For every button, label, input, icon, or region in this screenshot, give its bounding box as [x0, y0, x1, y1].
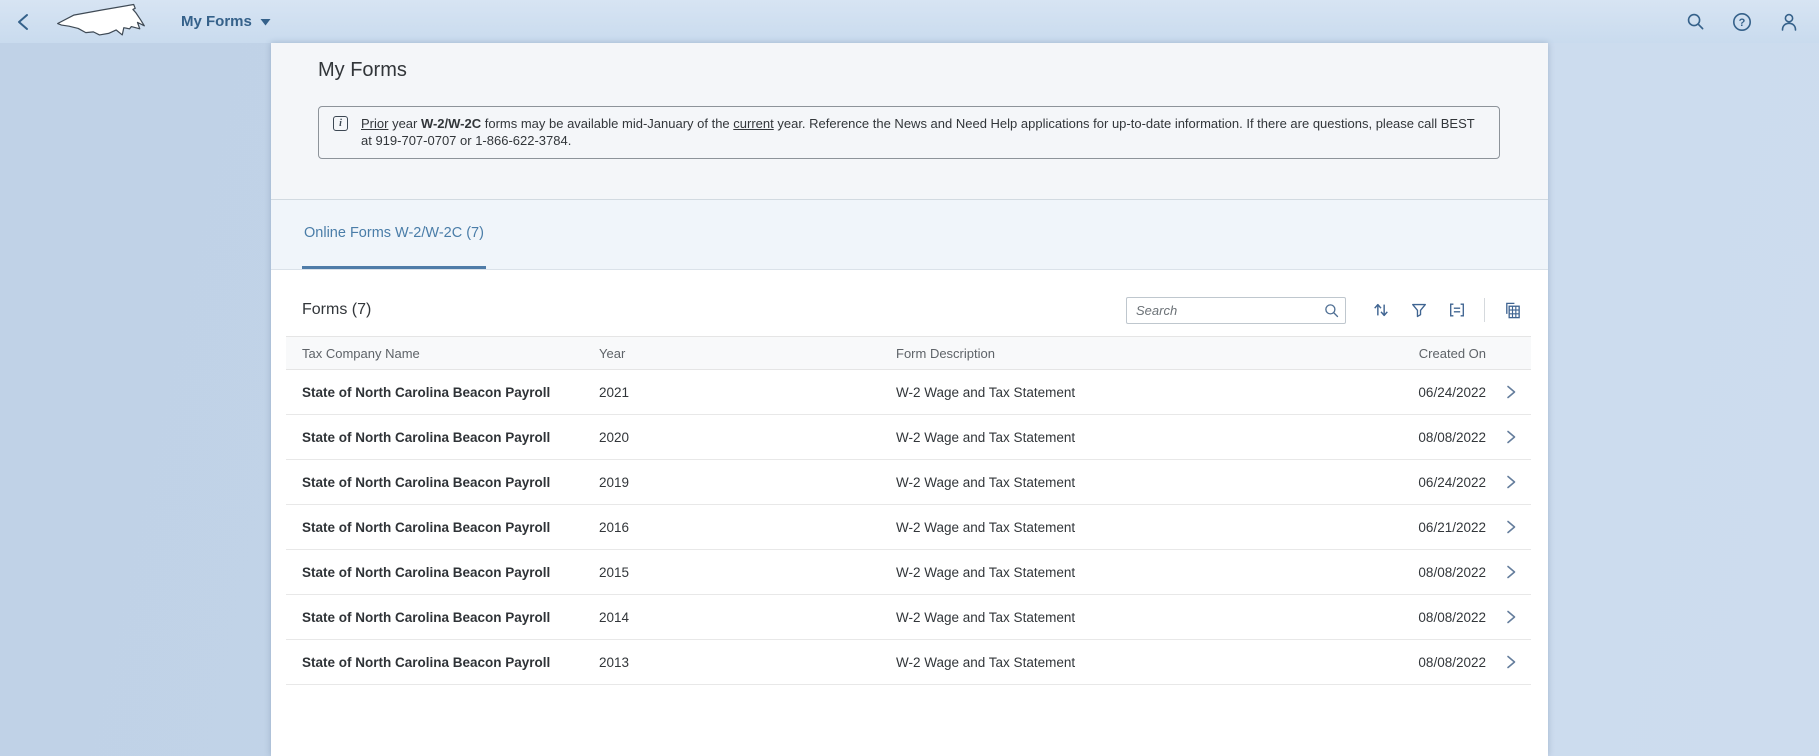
search-icon: [1686, 12, 1705, 31]
cell-created-on: 08/08/2022: [1331, 610, 1491, 625]
info-message-strip: i Prior year W-2/W-2C forms may be avail…: [318, 106, 1500, 159]
filter-icon: [1410, 301, 1428, 319]
row-navigation-button[interactable]: [1491, 429, 1531, 445]
cell-created-on: 06/24/2022: [1331, 475, 1491, 490]
shell-bar: My Forms ?: [0, 0, 1819, 43]
chevron-right-icon: [1505, 429, 1517, 445]
banner-underline-prior: Prior: [361, 116, 388, 131]
table-row[interactable]: State of North Carolina Beacon Payroll 2…: [286, 550, 1531, 595]
table-row[interactable]: State of North Carolina Beacon Payroll 2…: [286, 460, 1531, 505]
cell-company: State of North Carolina Beacon Payroll: [286, 430, 599, 445]
column-header-form-description[interactable]: Form Description: [896, 346, 1331, 361]
row-navigation-button[interactable]: [1491, 384, 1531, 400]
cell-company: State of North Carolina Beacon Payroll: [286, 655, 599, 670]
cell-company: State of North Carolina Beacon Payroll: [286, 475, 599, 490]
chevron-right-icon: [1505, 564, 1517, 580]
filter-button[interactable]: [1400, 297, 1438, 324]
cell-created-on: 06/21/2022: [1331, 520, 1491, 535]
export-spreadsheet-icon: [1503, 301, 1522, 320]
row-navigation-button[interactable]: [1491, 474, 1531, 490]
search-button[interactable]: [1685, 12, 1705, 32]
banner-bold-w2: W-2/W-2C: [421, 116, 481, 131]
chevron-right-icon: [1505, 654, 1517, 670]
svg-text:?: ?: [1739, 17, 1746, 29]
cell-year: 2020: [599, 430, 896, 445]
table-row[interactable]: State of North Carolina Beacon Payroll 2…: [286, 595, 1531, 640]
table-body: State of North Carolina Beacon Payroll 2…: [286, 370, 1531, 685]
banner-underline-current: current: [733, 116, 773, 131]
table-row[interactable]: State of North Carolina Beacon Payroll 2…: [286, 415, 1531, 460]
banner-segment: year: [388, 116, 421, 131]
row-navigation-button[interactable]: [1491, 654, 1531, 670]
person-icon: [1779, 12, 1799, 32]
column-header-created-on[interactable]: Created On: [1331, 346, 1491, 361]
cell-description: W-2 Wage and Tax Statement: [896, 430, 1331, 445]
back-button[interactable]: [13, 11, 35, 33]
cell-year: 2013: [599, 655, 896, 670]
column-header-tax-company-name[interactable]: Tax Company Name: [286, 346, 599, 361]
row-navigation-button[interactable]: [1491, 609, 1531, 625]
shell-app-menu[interactable]: My Forms: [181, 13, 271, 30]
cell-year: 2016: [599, 520, 896, 535]
profile-button[interactable]: [1779, 12, 1799, 32]
row-navigation-button[interactable]: [1491, 564, 1531, 580]
page-title: My Forms: [318, 59, 1500, 82]
table-toolbar-actions: [1126, 297, 1531, 324]
sort-icon: [1372, 301, 1390, 319]
cell-company: State of North Carolina Beacon Payroll: [286, 610, 599, 625]
cell-description: W-2 Wage and Tax Statement: [896, 385, 1331, 400]
forms-table-section: Forms (7): [271, 270, 1548, 756]
cell-year: 2014: [599, 610, 896, 625]
cell-description: W-2 Wage and Tax Statement: [896, 565, 1331, 580]
cell-year: 2021: [599, 385, 896, 400]
north-carolina-logo[interactable]: [55, 3, 147, 41]
column-header-year[interactable]: Year: [599, 346, 896, 361]
content-panel: My Forms i Prior year W-2/W-2C forms may…: [271, 43, 1548, 756]
cell-created-on: 06/24/2022: [1331, 385, 1491, 400]
table-search: [1126, 297, 1346, 324]
chevron-right-icon: [1505, 384, 1517, 400]
chevron-down-icon: [260, 18, 271, 26]
table-row[interactable]: State of North Carolina Beacon Payroll 2…: [286, 640, 1531, 685]
search-input[interactable]: [1136, 303, 1324, 318]
row-navigation-button[interactable]: [1491, 519, 1531, 535]
chevron-right-icon: [1505, 519, 1517, 535]
help-icon: ?: [1732, 12, 1752, 32]
cell-description: W-2 Wage and Tax Statement: [896, 610, 1331, 625]
cell-company: State of North Carolina Beacon Payroll: [286, 520, 599, 535]
chevron-right-icon: [1505, 609, 1517, 625]
export-spreadsheet-button[interactable]: [1493, 297, 1531, 324]
table-header-row: Tax Company Name Year Form Description C…: [286, 336, 1531, 370]
sort-button[interactable]: [1362, 297, 1400, 324]
cell-year: 2015: [599, 565, 896, 580]
cell-description: W-2 Wage and Tax Statement: [896, 475, 1331, 490]
banner-segment: forms may be available mid-January of th…: [481, 116, 733, 131]
information-icon: i: [333, 116, 348, 131]
banner-text: Prior year W-2/W-2C forms may be availab…: [361, 115, 1485, 149]
table-row[interactable]: State of North Carolina Beacon Payroll 2…: [286, 370, 1531, 415]
cell-year: 2019: [599, 475, 896, 490]
tab-bar: Online Forms W-2/W-2C (7): [271, 200, 1548, 270]
group-button[interactable]: [1438, 297, 1476, 324]
group-icon: [1448, 301, 1466, 319]
shell-actions: ?: [1685, 12, 1799, 32]
cell-description: W-2 Wage and Tax Statement: [896, 655, 1331, 670]
table-row[interactable]: State of North Carolina Beacon Payroll 2…: [286, 505, 1531, 550]
back-chevron-icon: [15, 12, 33, 32]
cell-created-on: 08/08/2022: [1331, 655, 1491, 670]
search-icon[interactable]: [1324, 303, 1339, 318]
cell-description: W-2 Wage and Tax Statement: [896, 520, 1331, 535]
cell-created-on: 08/08/2022: [1331, 565, 1491, 580]
cell-company: State of North Carolina Beacon Payroll: [286, 385, 599, 400]
help-button[interactable]: ?: [1732, 12, 1752, 32]
cell-company: State of North Carolina Beacon Payroll: [286, 565, 599, 580]
shell-app-title: My Forms: [181, 13, 252, 30]
page-header: My Forms i Prior year W-2/W-2C forms may…: [271, 43, 1548, 200]
toolbar-separator: [1484, 298, 1485, 322]
chevron-right-icon: [1505, 474, 1517, 490]
tab-online-forms-w2[interactable]: Online Forms W-2/W-2C (7): [302, 200, 486, 269]
cell-created-on: 08/08/2022: [1331, 430, 1491, 445]
table-toolbar: Forms (7): [286, 284, 1531, 336]
table-title: Forms (7): [302, 301, 371, 319]
